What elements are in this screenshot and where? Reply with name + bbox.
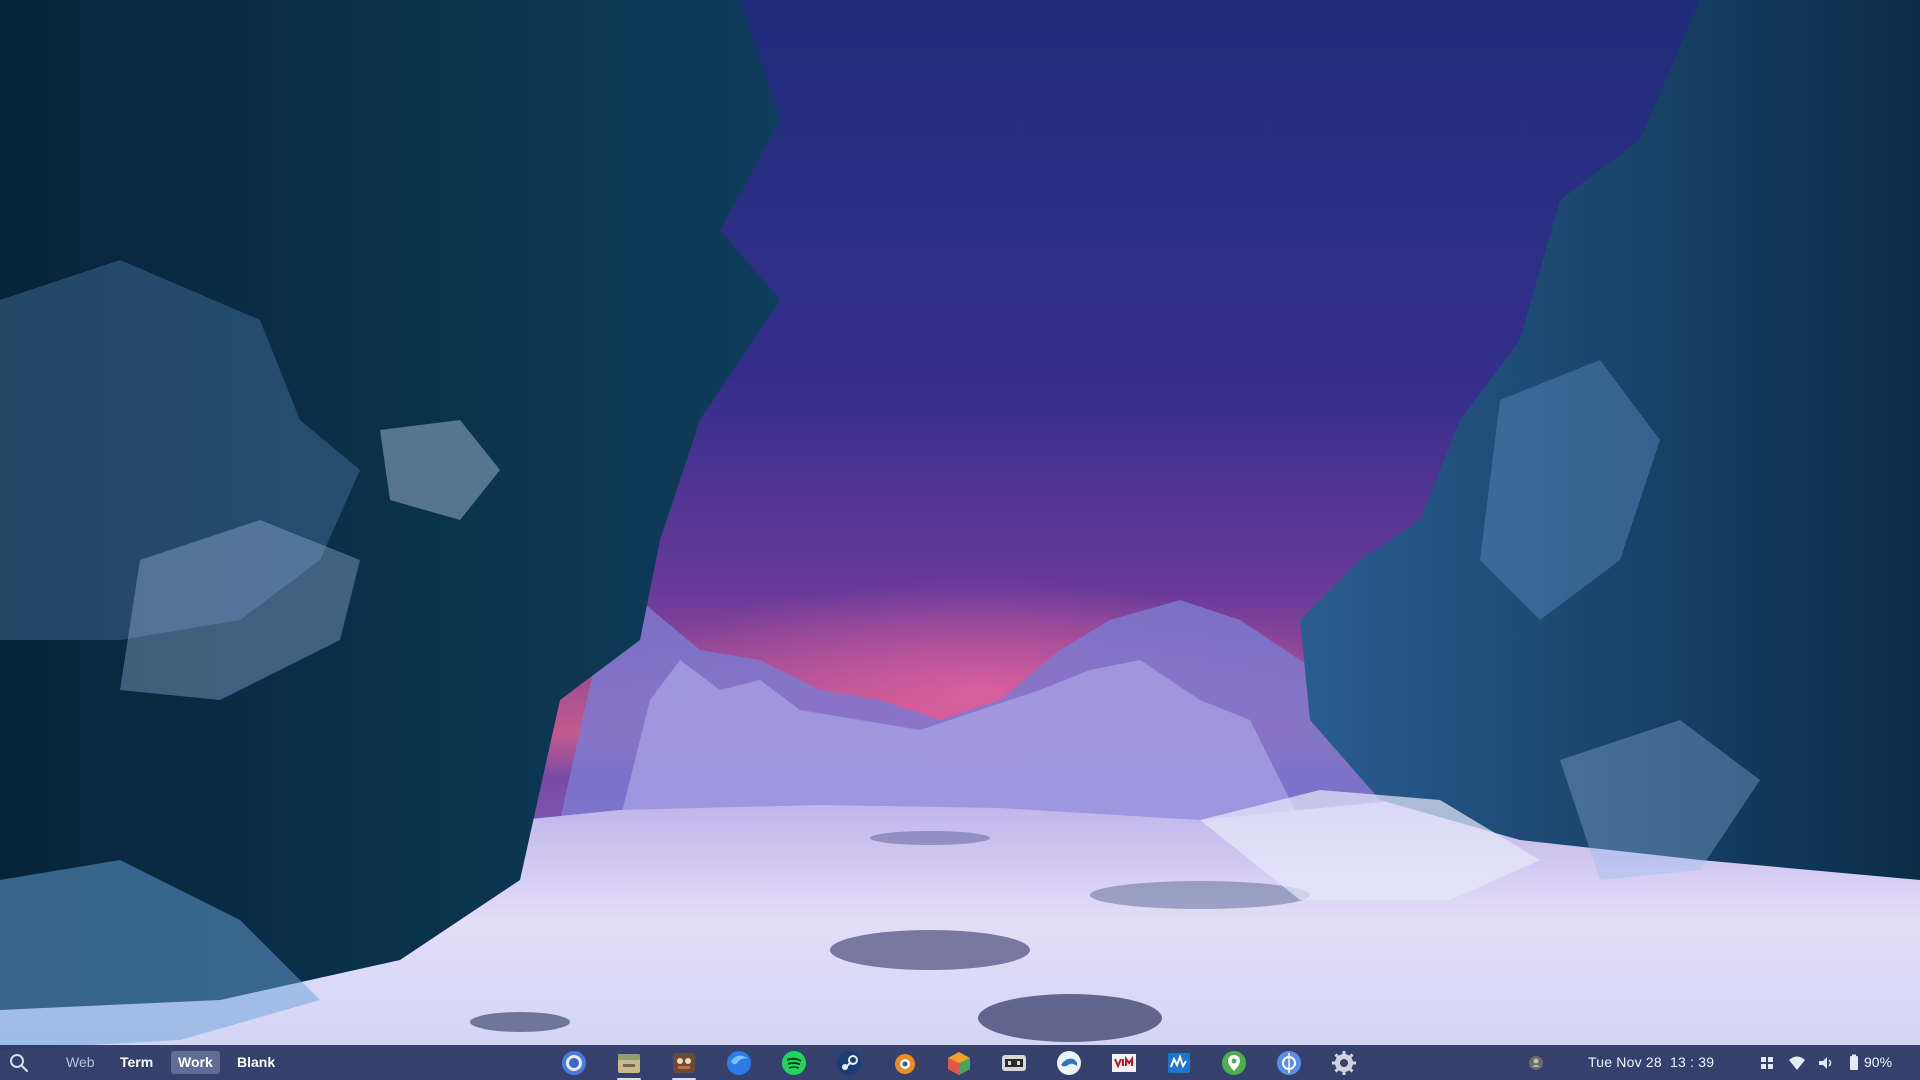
settings-icon[interactable] (1329, 1049, 1359, 1077)
workspace-work[interactable]: Work (171, 1051, 220, 1074)
wifi-icon[interactable] (1788, 1054, 1806, 1072)
game-app-icon[interactable] (669, 1049, 699, 1080)
clock[interactable]: Tue Nov 28 13 : 39 (1588, 1054, 1714, 1070)
workspace-web[interactable]: Web (59, 1051, 102, 1074)
workspace-blank[interactable]: Blank (230, 1051, 282, 1074)
search-icon[interactable] (8, 1052, 30, 1074)
spotify-icon[interactable] (779, 1049, 809, 1077)
user-status-icon[interactable] (1527, 1054, 1545, 1072)
blender-icon[interactable] (889, 1049, 919, 1077)
files-icon[interactable] (614, 1049, 644, 1080)
battery-icon[interactable] (1845, 1054, 1863, 1072)
wallpaper (0, 0, 1920, 1080)
virtual-desktop-icon[interactable] (1274, 1049, 1304, 1077)
desktop[interactable]: Web Term Work Blank Tue Nov 28 13: 39 9… (0, 0, 1920, 1080)
tiling-icon[interactable] (1758, 1054, 1776, 1072)
steam-icon[interactable] (834, 1049, 864, 1077)
3d-cube-app-icon[interactable] (944, 1049, 974, 1077)
vim-app-icon[interactable] (1109, 1049, 1139, 1077)
workspace-term[interactable]: Term (113, 1051, 160, 1074)
chromium-icon[interactable] (559, 1049, 589, 1077)
maps-icon[interactable] (1219, 1049, 1249, 1077)
battery-percentage: 90% (1864, 1054, 1893, 1070)
gamepad-app-icon[interactable] (999, 1049, 1029, 1077)
taskbar: Web Term Work Blank Tue Nov 28 13: 39 9… (0, 1045, 1920, 1080)
volume-icon[interactable] (1817, 1054, 1835, 1072)
audio-editor-icon[interactable] (1164, 1049, 1194, 1077)
wireshark-like-icon[interactable] (1054, 1049, 1084, 1077)
browser-icon[interactable] (724, 1049, 754, 1077)
